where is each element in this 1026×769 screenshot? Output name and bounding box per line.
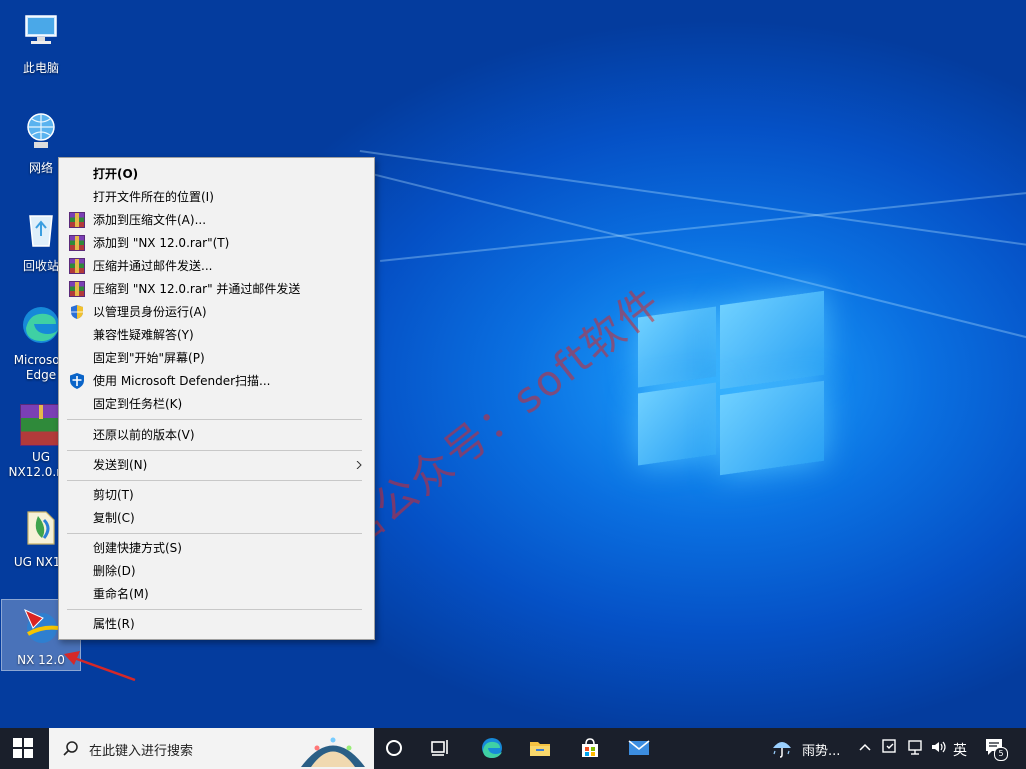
notification-count: 5 [994, 747, 1008, 761]
menu-separator [67, 609, 362, 610]
menu-item-run-as-admin[interactable]: 以管理员身份运行(A) [61, 301, 370, 323]
winrar-icon [69, 258, 85, 274]
menu-separator [67, 419, 362, 420]
winrar-icon [69, 281, 85, 297]
menu-item-add-to-archive[interactable]: 添加到压缩文件(A)... [61, 209, 370, 231]
notification-center-button[interactable]: 5 [984, 736, 1008, 761]
edge-icon [23, 307, 59, 343]
winrar-icon [69, 212, 85, 228]
menu-item-open-file-location[interactable]: 打开文件所在的位置(I) [61, 186, 370, 208]
menu-item-copy[interactable]: 复制(C) [61, 507, 370, 529]
search-box[interactable]: 在此键入进行搜索 [49, 728, 374, 769]
uac-shield-icon [71, 305, 83, 319]
task-view-icon[interactable] [428, 736, 452, 760]
menu-item-pin-to-taskbar[interactable]: 固定到任务栏(K) [61, 393, 370, 415]
chevron-up-icon[interactable] [858, 740, 872, 754]
edge-taskbar-icon[interactable] [480, 736, 504, 760]
recycle-bin-icon [29, 215, 53, 247]
network-icon [27, 113, 55, 148]
store-icon[interactable] [578, 736, 602, 760]
task-view-cortana-icon[interactable] [382, 736, 406, 760]
context-menu: 打开(O) 打开文件所在的位置(I) 添加到压缩文件(A)... 添加到 "NX… [58, 157, 375, 640]
search-icon [63, 741, 78, 756]
search-highlight-icon[interactable] [297, 730, 369, 767]
windows-logo-wallpaper [638, 290, 824, 476]
weather-text[interactable]: 雨势... [802, 740, 840, 759]
network-tray-icon[interactable] [906, 738, 924, 756]
menu-item-compress-to-rar-and-email[interactable]: 压缩到 "NX 12.0.rar" 并通过邮件发送 [61, 278, 370, 300]
menu-item-delete[interactable]: 删除(D) [61, 560, 370, 582]
security-center-icon[interactable] [881, 738, 899, 756]
computer-icon [25, 15, 57, 44]
start-button[interactable] [13, 738, 33, 758]
menu-item-rename[interactable]: 重命名(M) [61, 583, 370, 605]
volume-icon[interactable] [930, 738, 948, 756]
icon-label: NX 12.0 [17, 653, 65, 667]
mail-icon[interactable] [627, 736, 651, 760]
search-placeholder: 在此键入进行搜索 [89, 744, 194, 759]
menu-item-send-to[interactable]: 发送到(N) [61, 454, 370, 476]
ime-indicator[interactable]: 英 [953, 740, 967, 760]
menu-separator [67, 450, 362, 451]
desktop-icon-this-pc[interactable]: 此电脑 [2, 10, 80, 76]
menu-item-cut[interactable]: 剪切(T) [61, 484, 370, 506]
menu-item-open[interactable]: 打开(O) [61, 163, 370, 185]
menu-item-defender-scan[interactable]: 使用 Microsoft Defender扫描... [61, 370, 370, 392]
weather-umbrella-icon[interactable] [770, 736, 794, 760]
menu-item-compress-and-email[interactable]: 压缩并通过邮件发送... [61, 255, 370, 277]
menu-item-pin-to-start[interactable]: 固定到"开始"屏幕(P) [61, 347, 370, 369]
winrar-icon [69, 235, 85, 251]
menu-separator [67, 480, 362, 481]
menu-item-create-shortcut[interactable]: 创建快捷方式(S) [61, 537, 370, 559]
file-explorer-icon[interactable] [528, 736, 552, 760]
defender-icon [70, 373, 84, 389]
menu-item-restore-previous[interactable]: 还原以前的版本(V) [61, 424, 370, 446]
folder-zip-icon [27, 511, 55, 545]
menu-separator [67, 533, 362, 534]
taskbar: 在此键入进行搜索 雨势... 英 5 [0, 728, 1026, 769]
light-beam [359, 150, 1026, 250]
chevron-right-icon [356, 461, 362, 469]
menu-item-add-to-nx-rar[interactable]: 添加到 "NX 12.0.rar"(T) [61, 232, 370, 254]
nx-app-icon [24, 609, 59, 643]
icon-label: 此电脑 [22, 61, 59, 75]
menu-item-properties[interactable]: 属性(R) [61, 613, 370, 635]
winrar-archive-icon [20, 404, 62, 446]
menu-item-compat-troubleshoot[interactable]: 兼容性疑难解答(Y) [61, 324, 370, 346]
